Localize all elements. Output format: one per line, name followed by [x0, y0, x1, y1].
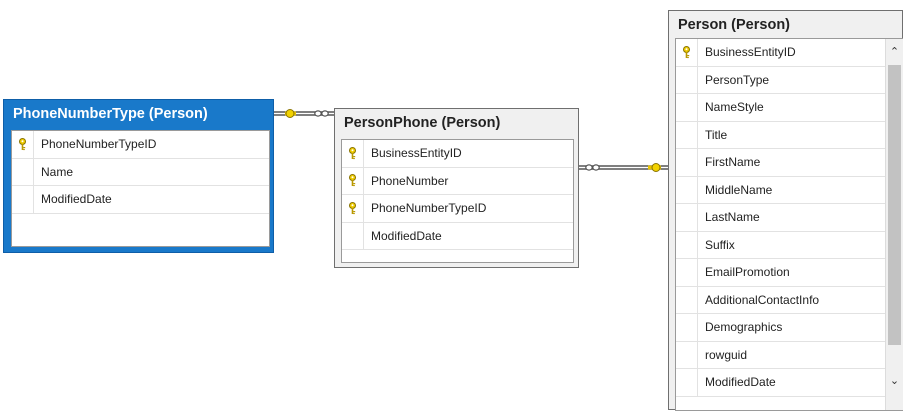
column-list: PhoneNumberTypeID Name ModifiedDate	[12, 131, 269, 214]
column-row[interactable]: rowguid	[676, 341, 885, 369]
column-name: ModifiedDate	[705, 375, 776, 389]
column-row[interactable]: PersonType	[676, 66, 885, 94]
column-list: BusinessEntityID PhoneNumber PhoneNumberTy…	[342, 140, 573, 250]
table-title: PhoneNumberType (Person)	[13, 106, 208, 122]
row-selector[interactable]	[676, 94, 698, 121]
column-row[interactable]: PhoneNumberTypeID	[342, 195, 573, 223]
column-list: BusinessEntityID PersonType NameStyle Title…	[676, 39, 885, 397]
table-phonenumbertype[interactable]: PhoneNumberType (Person) PhoneNumberType…	[3, 99, 274, 253]
column-row[interactable]: Suffix	[676, 231, 885, 259]
relationship-phonenumbertype-personphone[interactable]	[273, 109, 334, 118]
column-name: EmailPromotion	[705, 265, 790, 279]
column-row[interactable]: ModifiedDate	[676, 369, 885, 397]
row-selector[interactable]	[676, 176, 698, 203]
column-name: BusinessEntityID	[705, 45, 796, 59]
column-name: Suffix	[705, 237, 735, 252]
key-icon	[348, 201, 357, 215]
column-name: PhoneNumberTypeID	[371, 201, 487, 215]
row-selector[interactable]	[676, 369, 698, 396]
table-title: PersonPhone (Person)	[344, 115, 501, 131]
column-name: AdditionalContactInfo	[705, 292, 820, 307]
row-selector[interactable]	[12, 186, 34, 213]
row-selector[interactable]	[676, 286, 698, 313]
column-name: ModifiedDate	[41, 192, 112, 206]
column-name: Demographics	[705, 320, 783, 334]
key-icon	[18, 137, 27, 151]
key-icon	[682, 45, 691, 59]
column-row[interactable]: AdditionalContactInfo	[676, 286, 885, 314]
column-name: FirstName	[705, 155, 761, 169]
row-selector[interactable]	[676, 231, 698, 258]
chevron-down-icon[interactable]: ⌄	[886, 371, 903, 389]
column-name: BusinessEntityID	[371, 146, 462, 160]
column-name: LastName	[705, 210, 760, 224]
key-icon	[348, 174, 357, 187]
column-name: Title	[705, 127, 728, 142]
table-title: Person (Person)	[678, 17, 790, 33]
relationship-personphone-person[interactable]	[578, 163, 668, 172]
table-personphone[interactable]: PersonPhone (Person) BusinessEntityID Pho…	[334, 108, 579, 268]
row-selector[interactable]	[676, 121, 698, 148]
column-row[interactable]: Demographics	[676, 314, 885, 342]
column-row[interactable]: PhoneNumber	[342, 167, 573, 195]
column-grid: BusinessEntityID PersonType NameStyle Title…	[675, 38, 903, 411]
row-selector[interactable]	[676, 259, 698, 286]
column-name: NameStyle	[705, 100, 764, 114]
row-selector[interactable]	[676, 204, 698, 231]
column-row[interactable]: MiddleName	[676, 176, 885, 204]
vertical-scrollbar[interactable]: ⌃ ⌄	[885, 39, 903, 410]
row-selector[interactable]	[676, 39, 698, 66]
column-name: PersonType	[705, 72, 770, 87]
row-selector[interactable]	[676, 341, 698, 368]
column-row[interactable]: BusinessEntityID	[676, 39, 885, 67]
row-selector[interactable]	[676, 149, 698, 176]
column-name: MiddleName	[705, 182, 773, 197]
column-row[interactable]: ModifiedDate	[12, 186, 269, 214]
column-name: PhoneNumberTypeID	[41, 137, 157, 151]
column-row[interactable]: ModifiedDate	[342, 222, 573, 250]
column-row[interactable]: LastName	[676, 204, 885, 232]
column-grid: PhoneNumberTypeID Name ModifiedDate	[11, 130, 270, 247]
column-name: Name	[41, 164, 74, 179]
empty-row	[12, 213, 269, 244]
row-selector[interactable]	[342, 195, 364, 222]
column-row[interactable]: PhoneNumberTypeID	[12, 131, 269, 159]
row-selector[interactable]	[676, 314, 698, 341]
column-row[interactable]: EmailPromotion	[676, 259, 885, 287]
column-row[interactable]: Name	[12, 158, 269, 186]
column-row[interactable]: BusinessEntityID	[342, 140, 573, 168]
row-selector[interactable]	[342, 222, 364, 249]
column-row[interactable]: FirstName	[676, 149, 885, 177]
row-selector[interactable]	[12, 131, 34, 158]
key-icon	[348, 146, 357, 160]
column-row[interactable]: Title	[676, 121, 885, 149]
column-grid: BusinessEntityID PhoneNumber PhoneNumberTy…	[341, 139, 574, 263]
column-name: PhoneNumber	[371, 173, 449, 188]
row-selector[interactable]	[342, 167, 364, 194]
row-selector[interactable]	[12, 158, 34, 185]
row-selector[interactable]	[342, 140, 364, 167]
column-name: rowguid	[705, 347, 748, 362]
column-row[interactable]: NameStyle	[676, 94, 885, 122]
column-name: ModifiedDate	[371, 228, 442, 243]
table-person[interactable]: Person (Person) BusinessEntityID PersonTy…	[668, 10, 903, 411]
row-selector[interactable]	[676, 66, 698, 93]
chevron-up-icon[interactable]: ⌃	[886, 42, 903, 60]
scroll-thumb[interactable]	[888, 65, 901, 345]
